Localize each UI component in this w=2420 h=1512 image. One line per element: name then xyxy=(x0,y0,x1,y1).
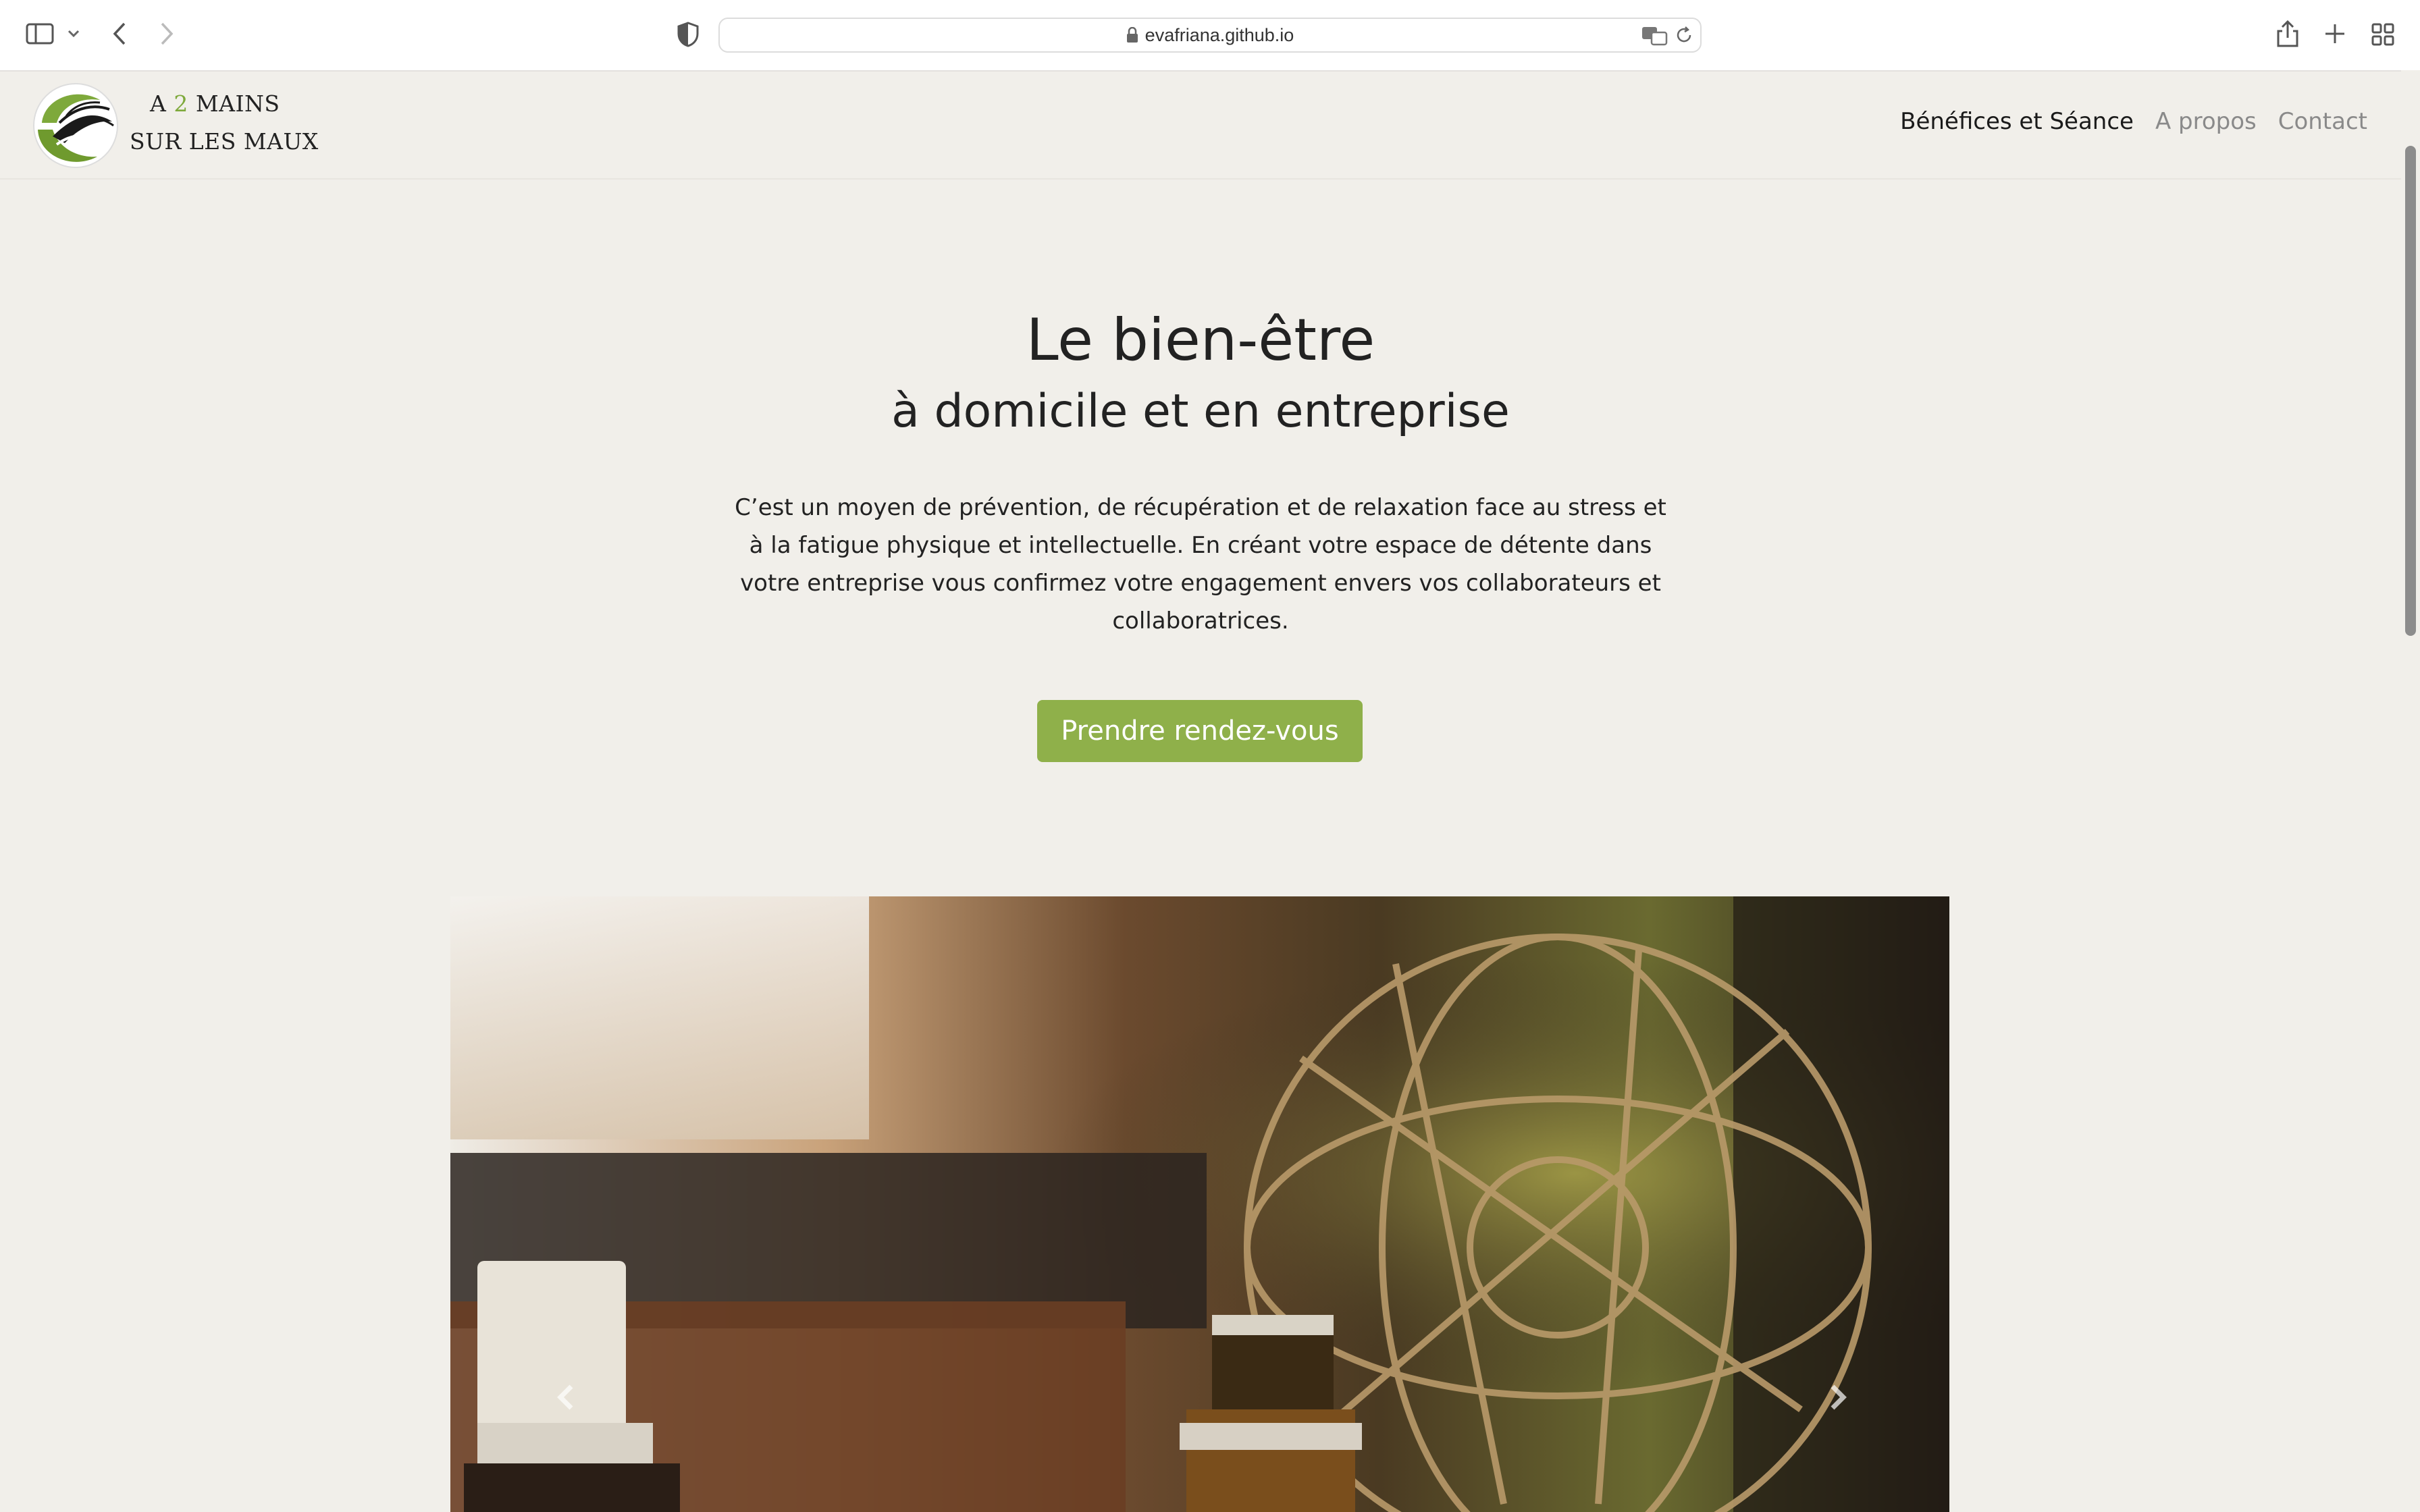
carousel-prev-icon[interactable] xyxy=(546,1377,586,1418)
scrollbar-thumb[interactable] xyxy=(2405,146,2416,636)
site-header: A 2 MAINS SUR LES MAUX Bénéfices et Séan… xyxy=(0,70,2401,180)
new-tab-icon[interactable] xyxy=(2324,23,2346,45)
main-nav: Bénéfices et Séance A propos Contact xyxy=(1900,108,2367,135)
nav-link-benefits[interactable]: Bénéfices et Séance xyxy=(1900,108,2134,135)
book-appointment-button[interactable]: Prendre rendez-vous xyxy=(1037,700,1363,762)
translate-icon[interactable] xyxy=(1641,26,1668,46)
url-text: evafriana.github.io xyxy=(1145,25,1294,45)
hero-paragraph: C’est un moyen de prévention, de récupér… xyxy=(735,494,1666,634)
browser-toolbar: evafriana.github.io xyxy=(0,0,2420,72)
sidebar-icon[interactable] xyxy=(26,23,54,45)
hero-title: Le bien-être xyxy=(1026,306,1375,374)
hero-subtitle: à domicile et en entreprise xyxy=(891,385,1510,438)
lock-icon xyxy=(1126,27,1138,43)
privacy-shield-icon[interactable] xyxy=(677,22,700,47)
back-icon[interactable] xyxy=(112,22,127,46)
chevron-down-icon[interactable] xyxy=(68,30,80,38)
address-bar[interactable]: evafriana.github.io xyxy=(718,18,1702,53)
logo-text-line2[interactable]: SUR LES MAUX xyxy=(130,128,319,155)
logo-icon[interactable] xyxy=(32,82,119,169)
carousel-next-icon[interactable] xyxy=(1818,1377,1858,1418)
forward-icon[interactable] xyxy=(159,22,174,46)
image-carousel xyxy=(450,896,1949,1512)
logo-text-line1[interactable]: A 2 MAINS xyxy=(150,90,280,117)
tab-overview-icon[interactable] xyxy=(2371,23,2394,46)
share-icon[interactable] xyxy=(2276,19,2300,49)
reload-icon[interactable] xyxy=(1675,26,1693,45)
essential-oils-photo xyxy=(450,896,1949,1512)
nav-link-about[interactable]: A propos xyxy=(2155,108,2257,135)
page-scrollbar[interactable] xyxy=(2401,70,2420,1512)
nav-link-contact[interactable]: Contact xyxy=(2278,108,2367,135)
